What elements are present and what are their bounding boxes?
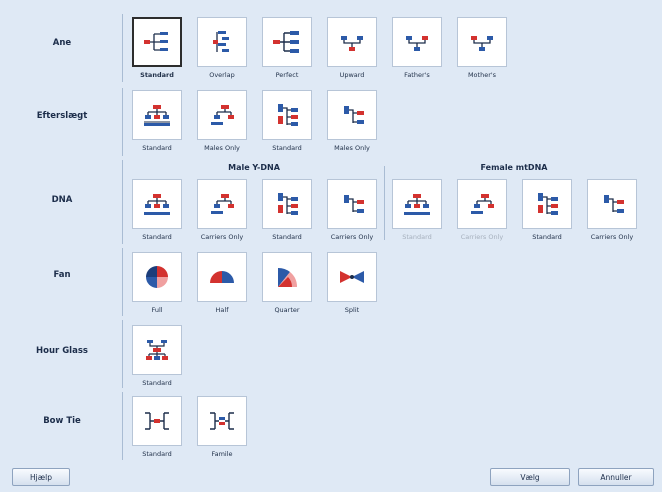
tile-caption: Half [215,306,229,314]
row-label-ane: Ane [52,38,72,48]
tile-caption: Standard [402,233,432,241]
tile-caption: Carriers Only [200,233,244,241]
descendant-vertical-icon [262,90,312,140]
bowtie-family-icon [197,396,247,446]
descendant-males-icon [197,90,247,140]
female-mtdna-header: Female mtDNA [480,163,548,172]
chart-tile-ane-mothers[interactable]: Mother's [457,17,507,79]
chart-tile-dna-female-carriers[interactable]: Carriers Only [457,179,507,241]
dna-carriers-icon [457,179,507,229]
dna-vertical-icon [522,179,572,229]
tile-caption: Carriers Only [330,233,374,241]
row-separator [122,392,123,460]
split-fan-icon [327,252,377,302]
tile-caption: Standard [142,450,172,458]
cancel-button[interactable]: Annuller [578,468,654,486]
row-label-bowtie: Bow Tie [43,416,81,426]
row-separator [122,320,123,388]
chart-type-dialog: Ane Efterslægt DNA Fan Hour Glass Bow Ti… [0,0,662,492]
chart-tile-ane-upward[interactable]: Upward [327,17,377,79]
tile-caption: Standard [142,233,172,241]
dna-vertical-icon [262,179,312,229]
chart-tile-hourglass-standard[interactable]: Standard [132,325,182,387]
tile-caption: Carriers Only [590,233,634,241]
chart-tile-dna-female-standard-2[interactable]: Standard [522,179,572,241]
row-separator [122,248,123,316]
dna-descendant-icon [392,179,442,229]
row-separator [122,88,123,156]
ancestor-chart-icon [132,17,182,67]
chart-tile-ane-overlap[interactable]: Overlap [197,17,247,79]
dna-carriers-icon [197,179,247,229]
tile-caption: Father's [404,71,430,79]
chart-tile-eft-males-only-2[interactable]: Males Only [327,90,377,152]
tile-caption: Standard [272,144,302,152]
chart-tile-ane-perfect[interactable]: Perfect [262,17,312,79]
tile-caption: Standard [532,233,562,241]
select-button[interactable]: Vælg [490,468,570,486]
bowtie-chart-icon [132,396,182,446]
quarter-fan-icon [262,252,312,302]
row-label-dna: DNA [51,195,73,205]
chart-tile-ane-fathers[interactable]: Father's [392,17,442,79]
row-label-hourglass: Hour Glass [36,346,88,356]
row-label-fan: Fan [53,270,71,280]
tile-caption: Males Only [204,144,240,152]
chart-tile-bowtie-famile[interactable]: Famile [197,396,247,458]
chart-tile-bowtie-standard[interactable]: Standard [132,396,182,458]
chart-tile-dna-male-carriers-2[interactable]: Carriers Only [327,179,377,241]
descendant-vertical-males-icon [327,90,377,140]
chart-tile-dna-female-carriers-2[interactable]: Carriers Only [587,179,637,241]
chart-tile-fan-split[interactable]: Split [327,252,377,314]
row-separator [122,160,123,244]
fathers-chart-icon [392,17,442,67]
chart-tile-fan-half[interactable]: Half [197,252,247,314]
half-fan-icon [197,252,247,302]
chart-tile-eft-males-only[interactable]: Males Only [197,90,247,152]
tile-caption: Carriers Only [460,233,504,241]
overlap-chart-icon [197,17,247,67]
dna-descendant-icon [132,179,182,229]
row-separator [122,14,123,82]
chart-tile-dna-male-carriers[interactable]: Carriers Only [197,179,247,241]
chart-tile-dna-female-standard[interactable]: Standard [392,179,442,241]
mothers-chart-icon [457,17,507,67]
chart-tile-eft-standard-2[interactable]: Standard [262,90,312,152]
tile-caption: Upward [339,71,365,79]
chart-tile-fan-full[interactable]: Full [132,252,182,314]
tile-caption: Mother's [467,71,497,79]
dna-group-separator [384,166,385,240]
tile-caption: Perfect [275,71,299,79]
perfect-chart-icon [262,17,312,67]
chart-tile-dna-male-standard-2[interactable]: Standard [262,179,312,241]
tile-caption: Standard [142,144,172,152]
full-fan-icon [132,252,182,302]
tile-caption: Full [151,306,163,314]
hourglass-chart-icon [132,325,182,375]
row-label-efterslaegt: Efterslægt [36,111,88,121]
tile-caption: Quarter [274,306,300,314]
dna-vertical-carriers-icon [587,179,637,229]
chart-tile-fan-quarter[interactable]: Quarter [262,252,312,314]
chart-tile-dna-male-standard[interactable]: Standard [132,179,182,241]
tile-caption: Split [344,306,360,314]
tile-caption: Standard [272,233,302,241]
upward-chart-icon [327,17,377,67]
tile-caption: Standard [140,71,174,79]
tile-caption: Males Only [334,144,370,152]
tile-caption: Famile [211,450,233,458]
male-ydna-header: Male Y-DNA [228,163,280,172]
tile-caption: Overlap [209,71,235,79]
help-button[interactable]: Hjælp [12,468,70,486]
dna-vertical-carriers-icon [327,179,377,229]
descendant-chart-icon [132,90,182,140]
chart-tile-eft-standard[interactable]: Standard [132,90,182,152]
tile-caption: Standard [142,379,172,387]
chart-tile-ane-standard[interactable]: Standard [132,17,182,79]
